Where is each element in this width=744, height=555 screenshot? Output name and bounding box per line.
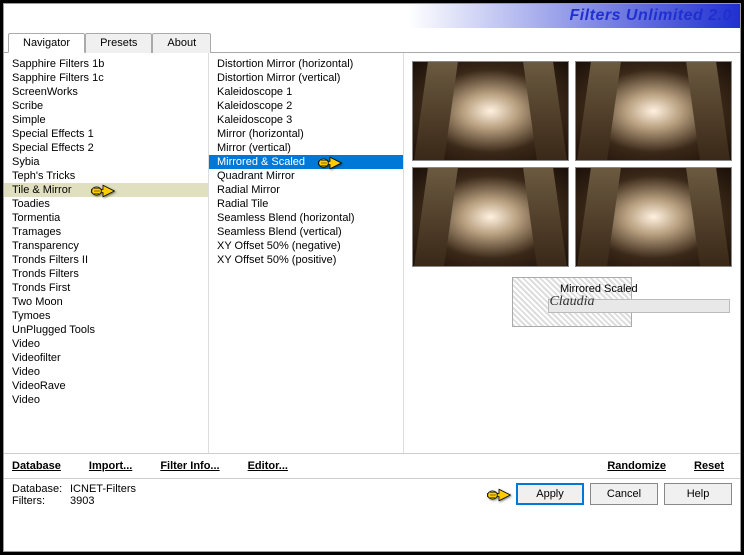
category-item[interactable]: Teph's Tricks [4, 169, 208, 183]
category-list[interactable]: Sapphire Filters 1bSapphire Filters 1cSc… [4, 53, 209, 453]
category-item[interactable]: Toadies [4, 197, 208, 211]
category-item[interactable]: Two Moon [4, 295, 208, 309]
filter-item[interactable]: Kaleidoscope 1 [209, 85, 403, 99]
button-row: Apply Cancel Help [516, 483, 732, 507]
tab-presets[interactable]: Presets [85, 33, 152, 53]
filter-item[interactable]: Mirrored & Scaled [209, 155, 403, 169]
filter-item[interactable]: Mirror (horizontal) [209, 127, 403, 141]
category-item[interactable]: Tormentia [4, 211, 208, 225]
preview-thumbs [408, 57, 736, 271]
tab-navigator[interactable]: Navigator [8, 33, 85, 53]
category-item[interactable]: Video [4, 337, 208, 351]
main-area: Sapphire Filters 1bSapphire Filters 1cSc… [4, 53, 740, 453]
db-value: ICNET-Filters [70, 483, 136, 495]
preview-thumb [575, 61, 732, 161]
tab-about[interactable]: About [152, 33, 211, 53]
category-item[interactable]: Tronds Filters [4, 267, 208, 281]
filter-item[interactable]: Distortion Mirror (vertical) [209, 71, 403, 85]
filter-item[interactable]: Kaleidoscope 2 [209, 99, 403, 113]
category-item[interactable]: Sybia [4, 155, 208, 169]
category-item[interactable]: Tramages [4, 225, 208, 239]
filter-list[interactable]: Distortion Mirror (horizontal)Distortion… [209, 53, 404, 453]
preview-thumb [412, 61, 569, 161]
filters-label: Filters: [12, 495, 70, 507]
filters-value: 3903 [70, 495, 94, 507]
category-item[interactable]: Transparency [4, 239, 208, 253]
database-link[interactable]: Database [12, 460, 61, 472]
category-item[interactable]: Video [4, 365, 208, 379]
category-item[interactable]: UnPlugged Tools [4, 323, 208, 337]
category-item[interactable]: Videofilter [4, 351, 208, 365]
preview-panel: Claudia Mirrored Scaled [404, 53, 740, 453]
filter-item[interactable]: Quadrant Mirror [209, 169, 403, 183]
category-item[interactable]: ScreenWorks [4, 85, 208, 99]
category-item[interactable]: Special Effects 1 [4, 127, 208, 141]
filter-item[interactable]: XY Offset 50% (positive) [209, 253, 403, 267]
filter-item[interactable]: Kaleidoscope 3 [209, 113, 403, 127]
filter-item[interactable]: Distortion Mirror (horizontal) [209, 57, 403, 71]
category-item[interactable]: Special Effects 2 [4, 141, 208, 155]
category-item[interactable]: Video [4, 393, 208, 407]
category-item[interactable]: Simple [4, 113, 208, 127]
db-label: Database: [12, 483, 70, 495]
filter-item[interactable]: Radial Tile [209, 197, 403, 211]
category-item[interactable]: Tronds First [4, 281, 208, 295]
cancel-button[interactable]: Cancel [590, 483, 658, 505]
category-item[interactable]: Tile & Mirror [4, 183, 208, 197]
filterinfo-link[interactable]: Filter Info... [160, 460, 219, 472]
category-item[interactable]: Scribe [4, 99, 208, 113]
apply-button[interactable]: Apply [516, 483, 584, 505]
category-item[interactable]: Sapphire Filters 1b [4, 57, 208, 71]
category-item[interactable]: Sapphire Filters 1c [4, 71, 208, 85]
filter-item[interactable]: Radial Mirror [209, 183, 403, 197]
import-link[interactable]: Import... [89, 460, 132, 472]
status-bar: Database: ICNET-Filters Filters: 3903 Ap… [4, 478, 740, 511]
current-filter-label: Mirrored Scaled [548, 283, 638, 295]
help-button[interactable]: Help [664, 483, 732, 505]
app-title: Filters Unlimited 2.0 [569, 7, 732, 25]
category-item[interactable]: VideoRave [4, 379, 208, 393]
preview-thumb [575, 167, 732, 267]
toolbar: Database Import... Filter Info... Editor… [4, 453, 740, 478]
titlebar: Filters Unlimited 2.0 [4, 4, 740, 28]
randomize-link[interactable]: Randomize [607, 460, 666, 472]
filter-item[interactable]: Seamless Blend (horizontal) [209, 211, 403, 225]
category-item[interactable]: Tymoes [4, 309, 208, 323]
filter-item[interactable]: XY Offset 50% (negative) [209, 239, 403, 253]
app-window: Filters Unlimited 2.0 Navigator Presets … [3, 3, 741, 552]
reset-link[interactable]: Reset [694, 460, 724, 472]
filter-item[interactable]: Mirror (vertical) [209, 141, 403, 155]
tab-bar: Navigator Presets About [4, 30, 740, 53]
editor-link[interactable]: Editor... [248, 460, 288, 472]
preview-thumb [412, 167, 569, 267]
filter-item[interactable]: Seamless Blend (vertical) [209, 225, 403, 239]
category-item[interactable]: Tronds Filters II [4, 253, 208, 267]
